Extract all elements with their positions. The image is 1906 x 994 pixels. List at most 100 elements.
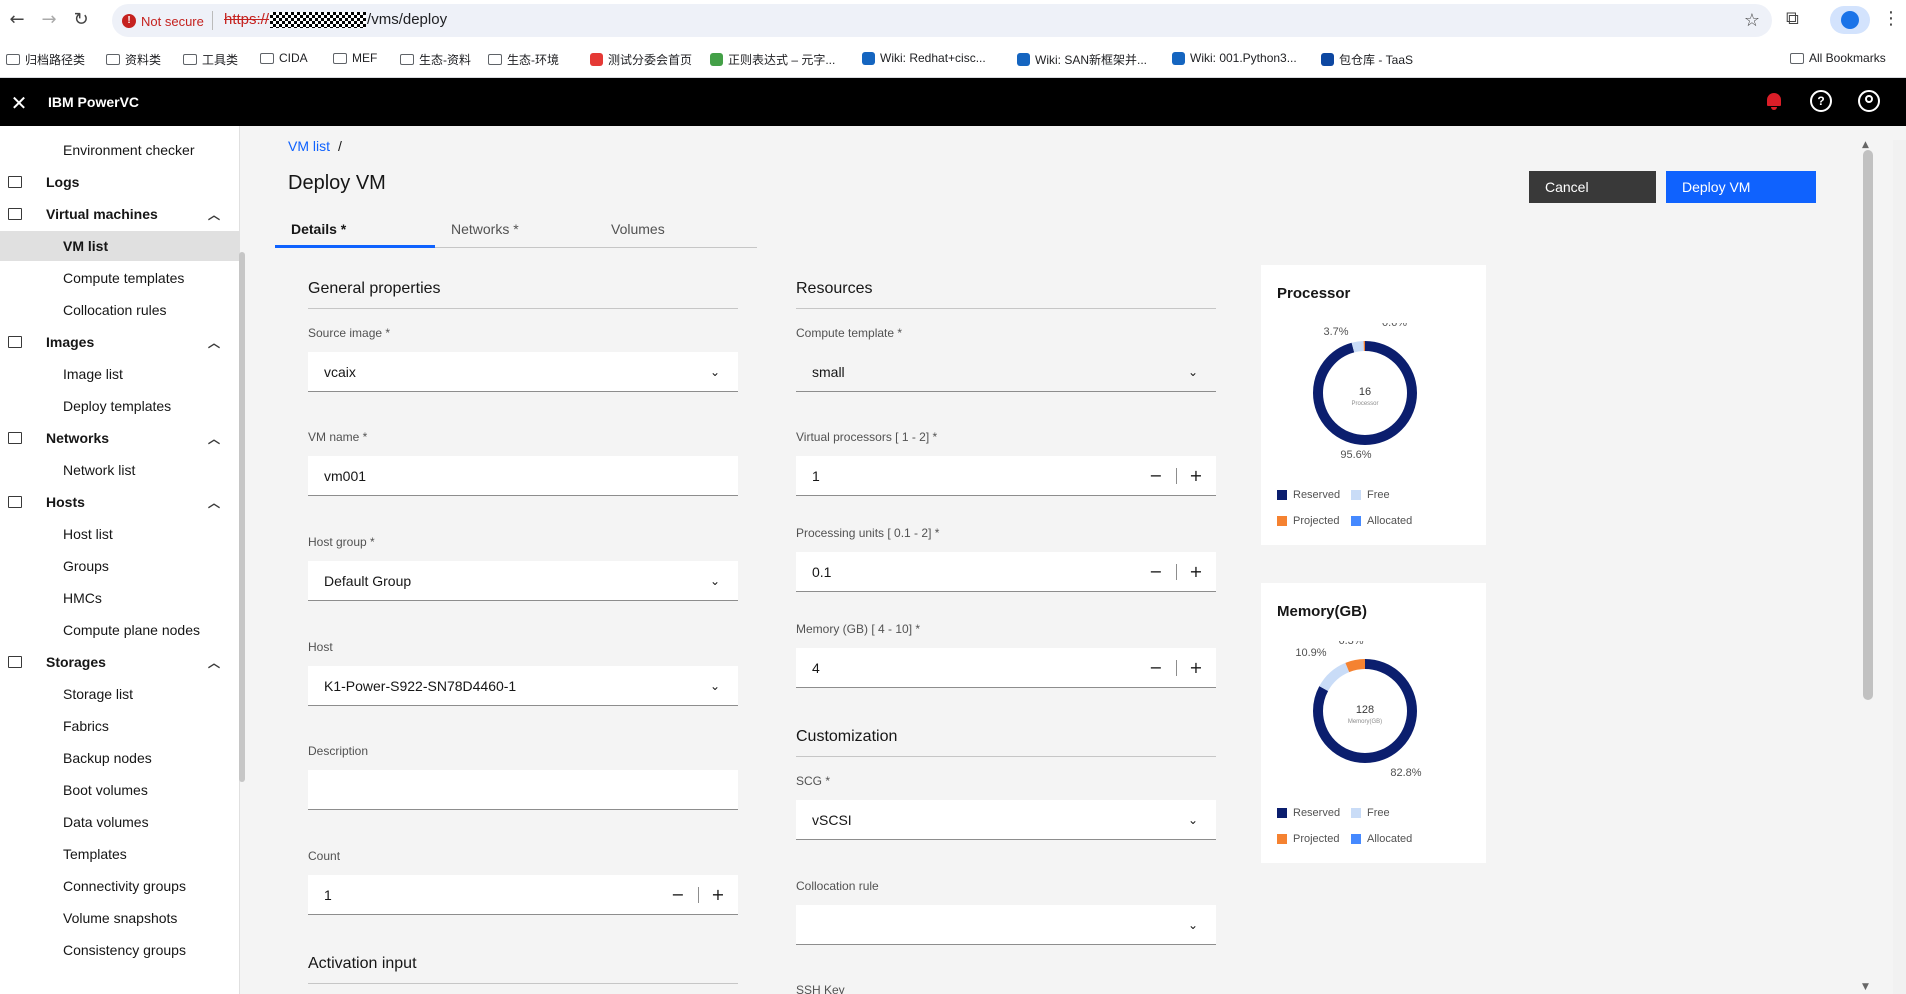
decrement-button[interactable]: − (1136, 552, 1176, 592)
sidebar-item-groups[interactable]: Groups (0, 551, 240, 581)
sidebar-item-compute-templates[interactable]: Compute templates (0, 263, 240, 293)
vm-name-input[interactable]: vm001 (308, 456, 738, 496)
sidebar-item-data-volumes[interactable]: Data volumes (0, 807, 240, 837)
help-icon[interactable]: ? (1810, 90, 1832, 112)
virtual-processors-input[interactable]: 1 − + (796, 456, 1216, 496)
chevron-up-icon[interactable]: ︿ (208, 206, 220, 223)
sidebar-item-hmcs[interactable]: HMCs (0, 583, 240, 613)
sidebar-item-vm-list[interactable]: VM list (0, 231, 240, 261)
address-bar[interactable]: ! Not secure https:// /vms/deploy ☆ (112, 4, 1772, 37)
bookmark-item[interactable]: 测试分委会首页 (590, 51, 692, 68)
extensions-icon[interactable]: ⧉ (1786, 8, 1799, 29)
decrement-button[interactable]: − (1136, 648, 1176, 688)
increment-button[interactable]: + (1176, 456, 1216, 496)
all-bookmarks[interactable]: All Bookmarks (1790, 51, 1886, 65)
tab-details[interactable]: Details * (275, 214, 435, 248)
tab-networks[interactable]: Networks * (435, 214, 595, 248)
sidebar-item-logs[interactable]: Logs (0, 167, 240, 197)
increment-button[interactable]: + (1176, 648, 1216, 688)
bookmark-item[interactable]: 资料类 (106, 51, 161, 68)
bookmark-item[interactable]: 工具类 (183, 51, 238, 68)
chevron-up-icon[interactable]: ︿ (208, 430, 220, 447)
sidebar-item-backup-nodes[interactable]: Backup nodes (0, 743, 240, 773)
sidebar-item-deploy-templates[interactable]: Deploy templates (0, 391, 240, 421)
sidebar-item-connectivity-groups[interactable]: Connectivity groups (0, 871, 240, 901)
sidebar-item-host-list[interactable]: Host list (0, 519, 240, 549)
bookmark-item[interactable]: Wiki: 001.Python3... (1172, 51, 1297, 65)
compute-template-select[interactable]: small ⌄ (796, 352, 1216, 392)
forward-icon[interactable]: → (38, 9, 60, 31)
reload-icon[interactable]: ↻ (70, 9, 92, 31)
deploy-vm-button[interactable]: Deploy VM (1666, 171, 1816, 203)
chevron-down-icon: ⌄ (1187, 918, 1198, 932)
sidebar-item-storages[interactable]: Storages ︿ (0, 647, 240, 677)
memory-input[interactable]: 4 − + (796, 648, 1216, 688)
menu-icon[interactable]: ⋮ (1882, 8, 1900, 29)
bookmark-item[interactable]: MEF (333, 51, 377, 65)
sidebar-item-environment-checker[interactable]: Environment checker (0, 135, 240, 165)
bookmark-item[interactable]: 正则表达式 – 元字... (710, 51, 835, 68)
bookmark-item[interactable]: Wiki: SAN新框架并... (1017, 51, 1147, 68)
scg-select[interactable]: vSCSI ⌄ (796, 800, 1216, 840)
collocation-rule-label: Collocation rule (796, 879, 879, 893)
back-icon[interactable]: ← (6, 9, 28, 31)
source-image-select[interactable]: vcaix ⌄ (308, 352, 738, 392)
site-favicon-icon (1017, 53, 1030, 66)
description-input[interactable] (308, 770, 738, 810)
page-scrollbar[interactable] (1863, 150, 1873, 700)
notification-bell-icon[interactable] (1763, 90, 1785, 112)
processing-units-input[interactable]: 0.1 − + (796, 552, 1216, 592)
sidebar-item-virtual-machines[interactable]: Virtual machines ︿ (0, 199, 240, 229)
sidebar-item-compute-plane-nodes[interactable]: Compute plane nodes (0, 615, 240, 645)
bookmark-item[interactable]: 生态-环境 (488, 51, 559, 68)
legend-allocated: Allocated (1351, 833, 1412, 845)
sidebar-item-boot-volumes[interactable]: Boot volumes (0, 775, 240, 805)
sidebar-item-collocation-rules[interactable]: Collocation rules (0, 295, 240, 325)
sidebar-item-label: Logs (46, 174, 80, 190)
close-icon[interactable]: ✕ (8, 91, 30, 115)
sidebar-item-network-list[interactable]: Network list (0, 455, 240, 485)
increment-button[interactable]: + (698, 875, 738, 915)
breadcrumb-vm-list[interactable]: VM list (288, 138, 330, 154)
memory-card: Memory(GB) 128 Memory(GB) 82.8% 10.9% 6.3% R… (1261, 583, 1486, 863)
count-input[interactable]: 1 − + (308, 875, 738, 915)
chevron-up-icon[interactable]: ︿ (208, 654, 220, 671)
decrement-button[interactable]: − (1136, 456, 1176, 496)
chevron-up-icon[interactable]: ︿ (208, 334, 220, 351)
collocation-rule-select[interactable]: ⌄ (796, 905, 1216, 945)
user-icon[interactable] (1858, 90, 1880, 112)
window-scrollbar[interactable] (1893, 140, 1906, 994)
sidebar-item-images[interactable]: Images ︿ (0, 327, 240, 357)
host-select[interactable]: K1-Power-S922-SN78D4460-1 ⌄ (308, 666, 738, 706)
bookmark-item[interactable]: CIDA (260, 51, 308, 65)
scroll-up-icon[interactable]: ▲ (1862, 140, 1869, 150)
bookmark-star-icon[interactable]: ☆ (1744, 10, 1760, 31)
increment-button[interactable]: + (1176, 552, 1216, 592)
legend-projected: Projected (1277, 833, 1339, 845)
sidebar-item-hosts[interactable]: Hosts ︿ (0, 487, 240, 517)
sidebar-item-volume-snapshots[interactable]: Volume snapshots (0, 903, 240, 933)
sidebar-item-fabrics[interactable]: Fabrics (0, 711, 240, 741)
cancel-button[interactable]: Cancel (1529, 171, 1656, 203)
profile-button[interactable] (1830, 6, 1870, 34)
tab-volumes[interactable]: Volumes (595, 214, 757, 248)
decrement-button[interactable]: − (658, 875, 698, 915)
sidebar-item-storage-list[interactable]: Storage list (0, 679, 240, 709)
host-group-select[interactable]: Default Group ⌄ (308, 561, 738, 601)
sidebar-item-templates[interactable]: Templates (0, 839, 240, 869)
bookmark-item[interactable]: 归档路径类 (6, 51, 85, 68)
security-indicator[interactable]: ! Not secure (122, 12, 204, 30)
donut-center-value: 16 (1359, 386, 1371, 398)
storage-icon (8, 656, 22, 668)
chevron-up-icon[interactable]: ︿ (208, 494, 220, 511)
sidebar-item-image-list[interactable]: Image list (0, 359, 240, 389)
scroll-down-icon[interactable]: ▼ (1862, 982, 1869, 992)
bookmark-item[interactable]: 生态-资料 (400, 51, 471, 68)
sidebar-scrollbar[interactable] (239, 252, 245, 782)
bookmark-item[interactable]: 包仓库 - TaaS (1321, 51, 1413, 68)
sidebar-item-consistency-groups[interactable]: Consistency groups (0, 935, 240, 965)
tab-list: Details * Networks * Volumes (275, 214, 757, 248)
bookmark-item[interactable]: Wiki: Redhat+cisc... (862, 51, 986, 65)
site-favicon-icon (1321, 53, 1334, 66)
sidebar-item-networks[interactable]: Networks ︿ (0, 423, 240, 453)
